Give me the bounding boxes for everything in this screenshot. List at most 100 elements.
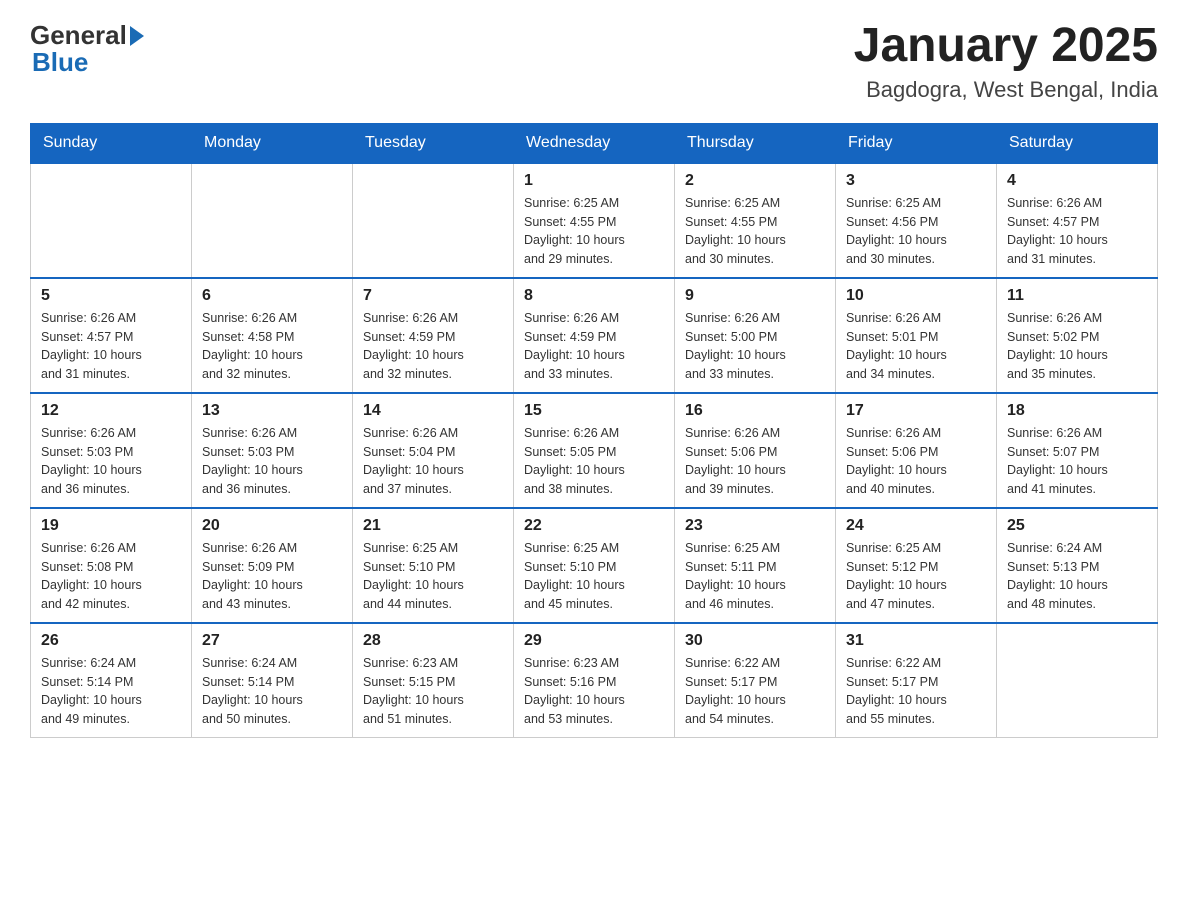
day-info: Sunrise: 6:26 AM Sunset: 5:01 PM Dayligh… — [846, 309, 986, 384]
day-info: Sunrise: 6:24 AM Sunset: 5:13 PM Dayligh… — [1007, 539, 1147, 614]
day-number: 25 — [1007, 517, 1147, 535]
calendar-cell: 4 Sunrise: 6:26 AM Sunset: 4:57 PM Daylig… — [997, 163, 1158, 278]
day-number: 14 — [363, 402, 503, 420]
day-number: 30 — [685, 632, 825, 650]
day-number: 24 — [846, 517, 986, 535]
day-number: 11 — [1007, 287, 1147, 305]
calendar-day-header: Friday — [836, 123, 997, 163]
day-number: 9 — [685, 287, 825, 305]
page-header: General Blue January 2025 Bagdogra, West… — [30, 20, 1158, 103]
day-info: Sunrise: 6:26 AM Sunset: 4:59 PM Dayligh… — [363, 309, 503, 384]
calendar-day-header: Wednesday — [514, 123, 675, 163]
calendar-subtitle: Bagdogra, West Bengal, India — [854, 77, 1158, 103]
calendar-cell — [192, 163, 353, 278]
calendar-cell — [997, 623, 1158, 738]
day-info: Sunrise: 6:22 AM Sunset: 5:17 PM Dayligh… — [685, 654, 825, 729]
day-info: Sunrise: 6:26 AM Sunset: 5:02 PM Dayligh… — [1007, 309, 1147, 384]
calendar-cell: 5 Sunrise: 6:26 AM Sunset: 4:57 PM Daylig… — [31, 278, 192, 393]
day-info: Sunrise: 6:26 AM Sunset: 5:09 PM Dayligh… — [202, 539, 342, 614]
day-info: Sunrise: 6:25 AM Sunset: 4:55 PM Dayligh… — [524, 194, 664, 269]
day-info: Sunrise: 6:26 AM Sunset: 4:57 PM Dayligh… — [1007, 194, 1147, 269]
day-info: Sunrise: 6:26 AM Sunset: 5:03 PM Dayligh… — [202, 424, 342, 499]
day-info: Sunrise: 6:26 AM Sunset: 4:57 PM Dayligh… — [41, 309, 181, 384]
day-info: Sunrise: 6:22 AM Sunset: 5:17 PM Dayligh… — [846, 654, 986, 729]
day-info: Sunrise: 6:25 AM Sunset: 4:55 PM Dayligh… — [685, 194, 825, 269]
calendar-week-row: 5 Sunrise: 6:26 AM Sunset: 4:57 PM Daylig… — [31, 278, 1158, 393]
calendar-day-header: Saturday — [997, 123, 1158, 163]
calendar-cell: 19Sunrise: 6:26 AM Sunset: 5:08 PM Dayli… — [31, 508, 192, 623]
calendar-title-block: January 2025 Bagdogra, West Bengal, Indi… — [854, 20, 1158, 103]
day-info: Sunrise: 6:26 AM Sunset: 5:06 PM Dayligh… — [685, 424, 825, 499]
day-number: 20 — [202, 517, 342, 535]
calendar-cell: 16 Sunrise: 6:26 AM Sunset: 5:06 PM Dayli… — [675, 393, 836, 508]
calendar-cell: 7 Sunrise: 6:26 AM Sunset: 4:59 PM Daylig… — [353, 278, 514, 393]
calendar-week-row: 26 Sunrise: 6:24 AM Sunset: 5:14 PM Dayli… — [31, 623, 1158, 738]
calendar-cell: 21 Sunrise: 6:25 AM Sunset: 5:10 PM Dayli… — [353, 508, 514, 623]
calendar-cell: 20 Sunrise: 6:26 AM Sunset: 5:09 PM Dayli… — [192, 508, 353, 623]
calendar-cell: 24 Sunrise: 6:25 AM Sunset: 5:12 PM Dayli… — [836, 508, 997, 623]
calendar-day-header: Monday — [192, 123, 353, 163]
day-info: Sunrise: 6:25 AM Sunset: 5:10 PM Dayligh… — [363, 539, 503, 614]
calendar-cell: 15Sunrise: 6:26 AM Sunset: 5:05 PM Dayli… — [514, 393, 675, 508]
day-number: 17 — [846, 402, 986, 420]
day-info: Sunrise: 6:26 AM Sunset: 5:04 PM Dayligh… — [363, 424, 503, 499]
calendar-cell — [31, 163, 192, 278]
day-number: 18 — [1007, 402, 1147, 420]
calendar-cell: 8 Sunrise: 6:26 AM Sunset: 4:59 PM Daylig… — [514, 278, 675, 393]
calendar-cell: 3 Sunrise: 6:25 AM Sunset: 4:56 PM Daylig… — [836, 163, 997, 278]
calendar-cell: 30 Sunrise: 6:22 AM Sunset: 5:17 PM Dayli… — [675, 623, 836, 738]
day-number: 23 — [685, 517, 825, 535]
calendar-cell: 31Sunrise: 6:22 AM Sunset: 5:17 PM Dayli… — [836, 623, 997, 738]
day-info: Sunrise: 6:26 AM Sunset: 5:00 PM Dayligh… — [685, 309, 825, 384]
day-number: 27 — [202, 632, 342, 650]
day-info: Sunrise: 6:26 AM Sunset: 4:58 PM Dayligh… — [202, 309, 342, 384]
day-info: Sunrise: 6:24 AM Sunset: 5:14 PM Dayligh… — [202, 654, 342, 729]
day-number: 16 — [685, 402, 825, 420]
calendar-cell: 28Sunrise: 6:23 AM Sunset: 5:15 PM Dayli… — [353, 623, 514, 738]
calendar-cell: 29 Sunrise: 6:23 AM Sunset: 5:16 PM Dayli… — [514, 623, 675, 738]
day-info: Sunrise: 6:25 AM Sunset: 5:11 PM Dayligh… — [685, 539, 825, 614]
calendar-cell: 2 Sunrise: 6:25 AM Sunset: 4:55 PM Daylig… — [675, 163, 836, 278]
day-number: 26 — [41, 632, 181, 650]
calendar-table: SundayMondayTuesdayWednesdayThursdayFrid… — [30, 123, 1158, 738]
calendar-day-header: Thursday — [675, 123, 836, 163]
day-number: 15 — [524, 402, 664, 420]
day-info: Sunrise: 6:26 AM Sunset: 5:03 PM Dayligh… — [41, 424, 181, 499]
day-number: 5 — [41, 287, 181, 305]
calendar-week-row: 12 Sunrise: 6:26 AM Sunset: 5:03 PM Dayli… — [31, 393, 1158, 508]
calendar-cell: 26Sunrise: 6:24 AM Sunset: 5:14 PM Dayli… — [31, 623, 192, 738]
day-info: Sunrise: 6:23 AM Sunset: 5:15 PM Dayligh… — [363, 654, 503, 729]
logo-arrow-icon — [130, 26, 144, 46]
calendar-cell: 9 Sunrise: 6:26 AM Sunset: 5:00 PM Daylig… — [675, 278, 836, 393]
day-number: 29 — [524, 632, 664, 650]
calendar-cell: 6 Sunrise: 6:26 AM Sunset: 4:58 PM Daylig… — [192, 278, 353, 393]
day-number: 6 — [202, 287, 342, 305]
calendar-cell: 18 Sunrise: 6:26 AM Sunset: 5:07 PM Dayli… — [997, 393, 1158, 508]
calendar-cell: 23 Sunrise: 6:25 AM Sunset: 5:11 PM Dayli… — [675, 508, 836, 623]
day-number: 4 — [1007, 172, 1147, 190]
day-info: Sunrise: 6:25 AM Sunset: 5:12 PM Dayligh… — [846, 539, 986, 614]
calendar-cell: 11 Sunrise: 6:26 AM Sunset: 5:02 PM Dayli… — [997, 278, 1158, 393]
day-number: 2 — [685, 172, 825, 190]
calendar-cell: 13 Sunrise: 6:26 AM Sunset: 5:03 PM Dayli… — [192, 393, 353, 508]
day-number: 8 — [524, 287, 664, 305]
day-number: 13 — [202, 402, 342, 420]
calendar-day-header: Sunday — [31, 123, 192, 163]
calendar-cell: 14 Sunrise: 6:26 AM Sunset: 5:04 PM Dayli… — [353, 393, 514, 508]
day-info: Sunrise: 6:23 AM Sunset: 5:16 PM Dayligh… — [524, 654, 664, 729]
calendar-cell: 12 Sunrise: 6:26 AM Sunset: 5:03 PM Dayli… — [31, 393, 192, 508]
calendar-cell: 1Sunrise: 6:25 AM Sunset: 4:55 PM Daylig… — [514, 163, 675, 278]
day-info: Sunrise: 6:26 AM Sunset: 5:08 PM Dayligh… — [41, 539, 181, 614]
day-number: 12 — [41, 402, 181, 420]
calendar-header-row: SundayMondayTuesdayWednesdayThursdayFrid… — [31, 123, 1158, 163]
day-number: 3 — [846, 172, 986, 190]
day-number: 22 — [524, 517, 664, 535]
day-number: 21 — [363, 517, 503, 535]
day-info: Sunrise: 6:25 AM Sunset: 4:56 PM Dayligh… — [846, 194, 986, 269]
calendar-cell — [353, 163, 514, 278]
day-info: Sunrise: 6:26 AM Sunset: 5:06 PM Dayligh… — [846, 424, 986, 499]
day-info: Sunrise: 6:26 AM Sunset: 5:07 PM Dayligh… — [1007, 424, 1147, 499]
day-number: 7 — [363, 287, 503, 305]
day-info: Sunrise: 6:26 AM Sunset: 4:59 PM Dayligh… — [524, 309, 664, 384]
calendar-cell: 22Sunrise: 6:25 AM Sunset: 5:10 PM Dayli… — [514, 508, 675, 623]
